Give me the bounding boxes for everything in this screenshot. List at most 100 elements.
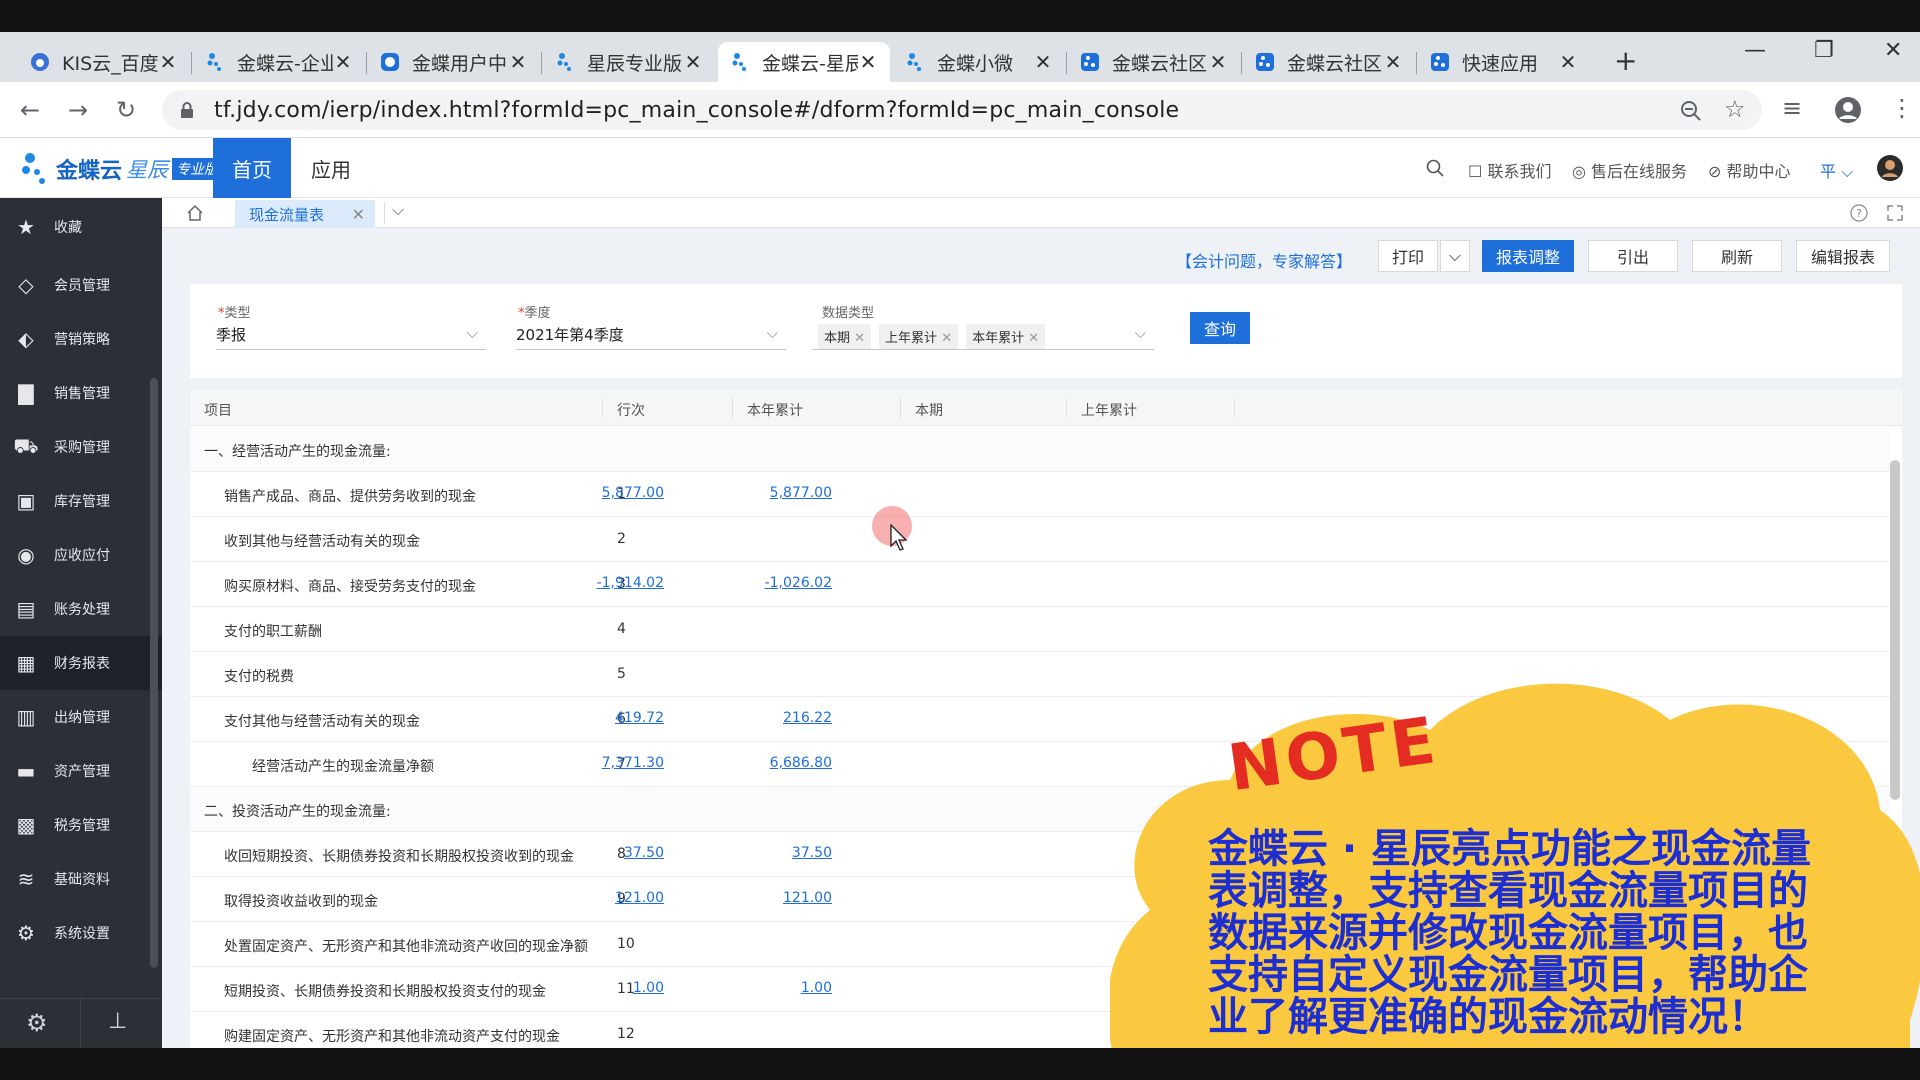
sidebar-item[interactable]: ▦ 财务报表	[0, 636, 162, 690]
browser-tab[interactable]: 金蝶云-企业 ✕	[193, 42, 365, 82]
media-control-icon[interactable]: ≡	[1782, 94, 1802, 122]
bookmark-star-icon[interactable]: ☆	[1724, 95, 1746, 123]
browser-tab[interactable]: 金蝶云-星辰 ✕	[718, 42, 890, 82]
sidebar-item[interactable]: ⚙ 系统设置	[0, 906, 162, 960]
data-type-chip[interactable]: 上年累计 ✕	[879, 324, 959, 349]
browser-menu-icon[interactable]: ⋮	[1890, 94, 1914, 122]
pin-icon[interactable]: ⊥	[108, 1009, 127, 1034]
quarter-select[interactable]: 2021年第4季度 ⌵	[516, 320, 786, 350]
help-circle-icon[interactable]: ?	[1850, 204, 1868, 222]
search-icon[interactable]	[1426, 159, 1444, 177]
sidebar-item[interactable]: ▬ 资产管理	[0, 744, 162, 798]
sidebar-item[interactable]: ▥ 出纳管理	[0, 690, 162, 744]
row-current-value[interactable]: 6,686.80	[770, 755, 832, 771]
online-service-link[interactable]: ◎ 售后在线服务	[1572, 158, 1687, 182]
row-ytd-value[interactable]: 7,371.30	[602, 755, 664, 771]
restore-icon[interactable]: ❐	[1814, 38, 1834, 63]
tab-list-chevron-icon[interactable]: ⌵	[392, 200, 404, 220]
contact-us-link[interactable]: ☐ 联系我们	[1468, 158, 1551, 182]
row-ytd-value[interactable]: 419.72	[615, 710, 664, 726]
browser-tab[interactable]: 金蝶小微 ✕	[893, 42, 1065, 82]
sidebar-scrollbar[interactable]	[150, 378, 158, 968]
expert-answer-link[interactable]: 【会计问题，专家解答】	[1176, 248, 1352, 272]
refresh-button[interactable]: 刷新	[1692, 240, 1782, 272]
chip-close-icon[interactable]: ✕	[1024, 331, 1039, 346]
sidebar-item[interactable]: ≋ 基础资料	[0, 852, 162, 906]
browser-tab[interactable]: KIS云_百度 ✕	[18, 42, 190, 82]
print-button[interactable]: 打印	[1378, 240, 1438, 272]
row-current-value[interactable]: 5,877.00	[770, 485, 832, 501]
data-type-multiselect[interactable]: 本期 ✕ 上年累计 ✕ 本年累计 ✕ ⌵	[812, 320, 1154, 350]
forward-icon[interactable]: →	[68, 96, 88, 124]
new-tab-button[interactable]: +	[1614, 44, 1637, 77]
nav-home-tab[interactable]: 首页	[213, 138, 291, 198]
note-text: 金蝶云 · 星辰亮点功能之现金流量表调整，支持查看现金流量项目的数据来源并修改现…	[1208, 826, 1812, 1040]
close-tab-icon[interactable]: ✕	[333, 50, 353, 74]
row-current-value[interactable]: 216.22	[783, 710, 832, 726]
kingdee-logo-icon	[22, 153, 45, 184]
report-adjust-button[interactable]: 报表调整	[1482, 240, 1574, 272]
data-type-chip[interactable]: 本期 ✕	[818, 324, 872, 349]
row-ytd-value[interactable]: 37.50	[624, 845, 664, 861]
row-current-value[interactable]: -1,026.02	[765, 575, 832, 591]
print-dropdown-chevron-icon[interactable]: ⌵	[1440, 240, 1470, 272]
app-logo[interactable]: 金蝶云 星辰 专业版	[20, 152, 223, 186]
row-item: 二、投资活动产生的现金流量:	[204, 804, 391, 820]
sidebar-item[interactable]: ★ 收藏	[0, 200, 162, 254]
browser-tab[interactable]: 金蝶云社区 ✕	[1243, 42, 1415, 82]
back-icon[interactable]: ←	[20, 96, 40, 124]
close-tab-icon[interactable]: ✕	[1033, 50, 1053, 74]
close-tab-icon[interactable]: ✕	[508, 50, 528, 74]
close-tab-icon[interactable]: ✕	[683, 50, 703, 74]
url-field[interactable]: tf.jdy.com/ierp/index.html?formId=pc_mai…	[162, 90, 1762, 130]
tab-separator	[366, 52, 367, 74]
nav-apps-tab[interactable]: 应用	[296, 138, 366, 198]
row-ytd-value[interactable]: 5,877.00	[602, 485, 664, 501]
sidebar-item[interactable]: ◉ 应收应付	[0, 528, 162, 582]
table-row: 支付的职工薪酬 4	[190, 607, 1890, 652]
sidebar-item[interactable]: ⬖ 营销策略	[0, 312, 162, 366]
browser-tab[interactable]: 快速应用 ✕	[1418, 42, 1590, 82]
sidebar-item[interactable]: ▇ 销售管理	[0, 366, 162, 420]
close-icon[interactable]: ✕	[352, 205, 365, 224]
zoom-icon[interactable]	[1680, 100, 1702, 122]
user-avatar[interactable]	[1876, 154, 1904, 182]
data-type-chip[interactable]: 本年累计 ✕	[966, 324, 1046, 349]
close-tab-icon[interactable]: ✕	[158, 50, 178, 74]
page-tab-cash-flow[interactable]: 现金流量表 ✕	[235, 200, 375, 228]
row-current-value[interactable]: 37.50	[792, 845, 832, 861]
sidebar-item[interactable]: ◇ 会员管理	[0, 258, 162, 312]
minimize-icon[interactable]: —	[1744, 38, 1766, 63]
sidebar: ★ 收藏 ◇ 会员管理 ⬖ 营销策略 ▇ 销售管理 ⛟ 采购管理 ▣ 库存管理 ◉ 应收应付 ▤ 账务处理 ▦ 财…	[0, 198, 162, 1048]
row-current-value[interactable]: 121.00	[783, 890, 832, 906]
sidebar-item[interactable]: ⛟ 采购管理	[0, 420, 162, 474]
home-icon[interactable]	[186, 204, 204, 222]
sidebar-item[interactable]: ▣ 库存管理	[0, 474, 162, 528]
type-select[interactable]: 季报 ⌵	[216, 320, 486, 350]
browser-tab[interactable]: 金蝶用户中心✕	[368, 42, 540, 82]
sidebar-item[interactable]: ▤ 账务处理	[0, 582, 162, 636]
close-tab-icon[interactable]: ✕	[1383, 50, 1403, 74]
org-switcher[interactable]: 平 ⌵	[1820, 158, 1853, 182]
chip-close-icon[interactable]: ✕	[850, 331, 865, 346]
browser-tab[interactable]: 金蝶云社区 ✕	[1068, 42, 1240, 82]
close-tab-icon[interactable]: ✕	[1558, 50, 1578, 74]
row-ytd-value[interactable]: -1,914.02	[597, 575, 664, 591]
sidebar-item[interactable]: ▩ 税务管理	[0, 798, 162, 852]
fullscreen-icon[interactable]	[1886, 204, 1904, 222]
browser-tab[interactable]: 星辰专业版 ✕	[543, 42, 715, 82]
row-ytd-value[interactable]: 1.00	[633, 980, 664, 996]
settings-gear-icon[interactable]: ⚙	[26, 1009, 48, 1037]
reload-icon[interactable]: ↻	[116, 96, 136, 124]
chip-close-icon[interactable]: ✕	[937, 331, 952, 346]
row-ytd-value[interactable]: 121.00	[615, 890, 664, 906]
close-tab-icon[interactable]: ✕	[1208, 50, 1228, 74]
close-tab-icon[interactable]: ✕	[858, 50, 878, 74]
export-button[interactable]: 引出	[1588, 240, 1678, 272]
edit-report-button[interactable]: 编辑报表	[1796, 240, 1890, 272]
query-button[interactable]: 查询	[1190, 312, 1250, 344]
profile-icon[interactable]	[1834, 96, 1862, 124]
help-center-link[interactable]: ⊘ 帮助中心	[1708, 158, 1791, 182]
row-current-value[interactable]: 1.00	[801, 980, 832, 996]
close-window-icon[interactable]: ✕	[1884, 38, 1902, 63]
